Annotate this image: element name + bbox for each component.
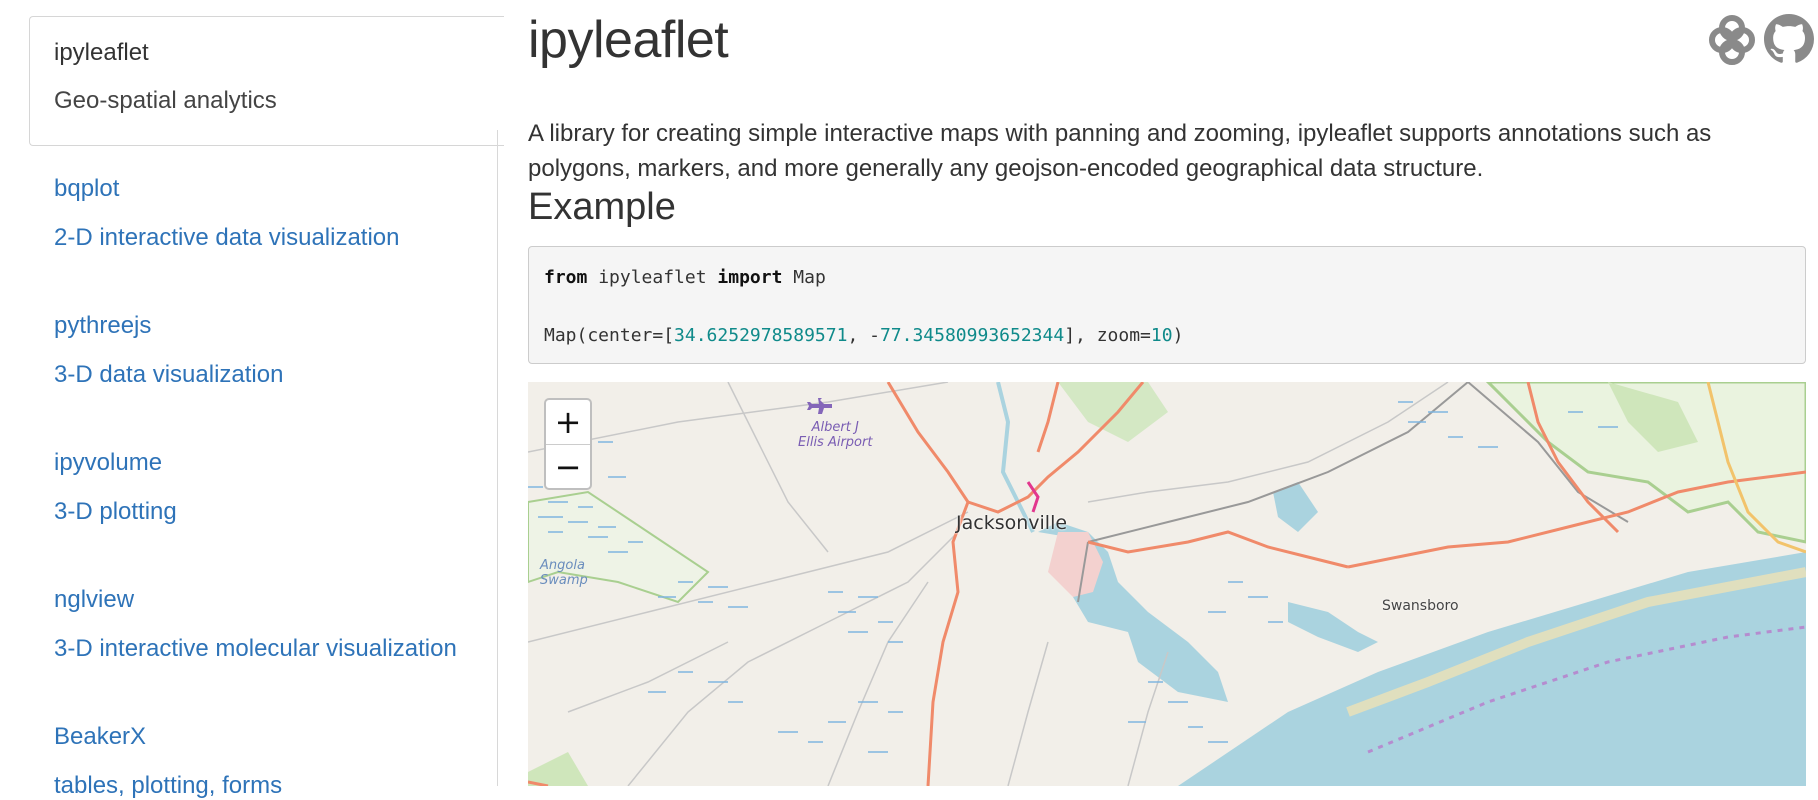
code-number: 10: [1150, 325, 1173, 346]
map-label-airport: Albert J Ellis Airport: [798, 420, 872, 450]
map-label-town: Swansboro: [1382, 598, 1459, 614]
active-item-description: Geo-spatial analytics: [54, 87, 277, 114]
map-label-airport-line2: Ellis Airport: [798, 435, 873, 450]
map-label-swamp-line1: Angola: [540, 558, 585, 573]
sidebar-item-description[interactable]: 3-D interactive molecular visualization: [54, 635, 457, 663]
sidebar-item-title[interactable]: nglview: [54, 586, 134, 614]
example-heading: Example: [528, 186, 676, 228]
sidebar-item-title[interactable]: pythreejs: [54, 312, 151, 340]
sidebar-item-description[interactable]: tables, plotting, forms: [54, 772, 282, 800]
sidebar-item-description[interactable]: 2-D interactive data visualization: [54, 224, 400, 252]
sidebar-item-title[interactable]: BeakerX: [54, 723, 146, 751]
code-number: 77.34580993652344: [879, 325, 1065, 346]
leaflet-map[interactable]: Albert J Ellis Airport Jacksonville Swan…: [528, 382, 1806, 786]
code-text: ipyleaflet: [587, 267, 718, 288]
sidebar-item-description[interactable]: 3-D data visualization: [54, 361, 283, 389]
code-text: , -: [847, 325, 880, 346]
sidebar: ipyleaflet Geo-spatial analytics bqplot …: [0, 0, 504, 799]
page-title: ipyleaflet: [528, 11, 729, 69]
sidebar-item-description[interactable]: 3-D plotting: [54, 498, 177, 526]
map-tiles: [528, 382, 1806, 786]
map-label-swamp-line2: Swamp: [540, 573, 588, 588]
zoom-in-button[interactable]: +: [546, 400, 590, 445]
main-content: ipyleaflet A library for creating simple…: [528, 0, 1818, 786]
sidebar-divider: [497, 130, 498, 786]
code-text: Map(center=[: [544, 325, 675, 346]
code-block[interactable]: from ipyleaflet import Map Map(center=[3…: [528, 246, 1806, 364]
code-keyword: from: [544, 267, 588, 288]
zoom-out-button[interactable]: −: [546, 445, 590, 489]
map-label-city: Jacksonville: [956, 512, 1068, 534]
code-number: 34.6252978589571: [674, 325, 848, 346]
code-line-import: from ipyleaflet import Map: [544, 267, 826, 288]
code-text: ): [1172, 325, 1184, 346]
code-text: ], zoom=: [1064, 325, 1151, 346]
active-item-name: ipyleaflet: [54, 39, 149, 66]
sidebar-item-title[interactable]: ipyvolume: [54, 449, 162, 477]
map-label-airport-line1: Albert J: [811, 420, 859, 435]
map-label-swamp: Angola Swamp: [540, 558, 588, 588]
sidebar-item-title[interactable]: bqplot: [54, 175, 119, 203]
binder-icon[interactable]: [1708, 14, 1756, 66]
github-icon[interactable]: [1764, 14, 1814, 66]
header-icons: [1708, 14, 1818, 70]
code-text: Map: [782, 267, 826, 288]
code-keyword: import: [717, 267, 783, 288]
code-line-map: Map(center=[34.6252978589571, -77.345809…: [544, 325, 1183, 346]
intro-paragraph: A library for creating simple interactiv…: [528, 120, 1712, 182]
map-zoom-control: + −: [544, 398, 592, 490]
sidebar-active-item[interactable]: ipyleaflet Geo-spatial analytics: [29, 16, 504, 146]
